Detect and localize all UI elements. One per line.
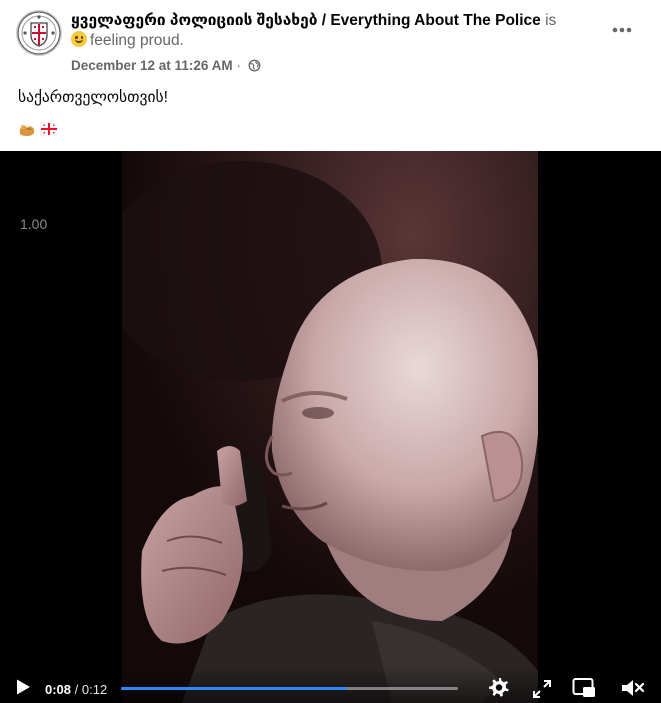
more-horizontal-icon [612, 27, 632, 33]
video-frame[interactable] [122, 151, 538, 703]
page-name-link[interactable]: ყველაფერი პოლიციის შესახებ / Everything … [71, 12, 541, 29]
post-meta: December 12 at 11:26 AM · [71, 58, 261, 76]
settings-icon [489, 678, 509, 697]
settings-button[interactable] [487, 676, 511, 703]
play-button[interactable] [14, 678, 32, 701]
smiling-face-icon [71, 31, 87, 47]
flexed-biceps-icon [19, 125, 35, 136]
fullscreen-icon [533, 680, 551, 698]
post-emoji-row [17, 119, 59, 139]
picture-in-picture-button[interactable] [572, 677, 596, 703]
feeling-text: feeling proud. [90, 32, 184, 49]
post-message: საქართველოსთვის! [18, 89, 168, 106]
picture-in-picture-icon [572, 678, 595, 697]
total-duration: 0:12 [81, 682, 108, 697]
time-separator: / [71, 682, 82, 697]
play-icon [17, 679, 30, 695]
page-avatar[interactable] [16, 10, 62, 56]
globe-icon[interactable] [248, 59, 261, 76]
video-still-image [122, 151, 538, 703]
police-emblem-icon [17, 11, 61, 55]
meta-separator: · [236, 58, 241, 73]
post-title-line: ყველაფერი პოლიციის შესახებ / Everything … [71, 11, 611, 51]
video-player[interactable]: 1.00 0:08 / 0:12 [0, 151, 661, 703]
georgia-flag-icon [40, 122, 58, 136]
video-controls: 0:08 / 0:12 [0, 668, 661, 703]
playback-speed-label: 1.00 [20, 216, 48, 232]
progress-bar-fill [121, 687, 347, 690]
current-time: 0:08 [45, 682, 72, 697]
muted-volume-icon [622, 680, 645, 696]
fullscreen-button[interactable] [532, 679, 552, 703]
post-timestamp[interactable]: December 12 at 11:26 AM [71, 58, 233, 73]
more-options-button[interactable] [604, 14, 640, 46]
is-word: is [545, 12, 557, 29]
progress-bar[interactable] [121, 687, 458, 690]
time-display: 0:08 / 0:12 [45, 682, 107, 697]
post-header: ყველაფერი პოლიციის შესახებ / Everything … [0, 0, 661, 84]
mute-button[interactable] [620, 677, 646, 703]
